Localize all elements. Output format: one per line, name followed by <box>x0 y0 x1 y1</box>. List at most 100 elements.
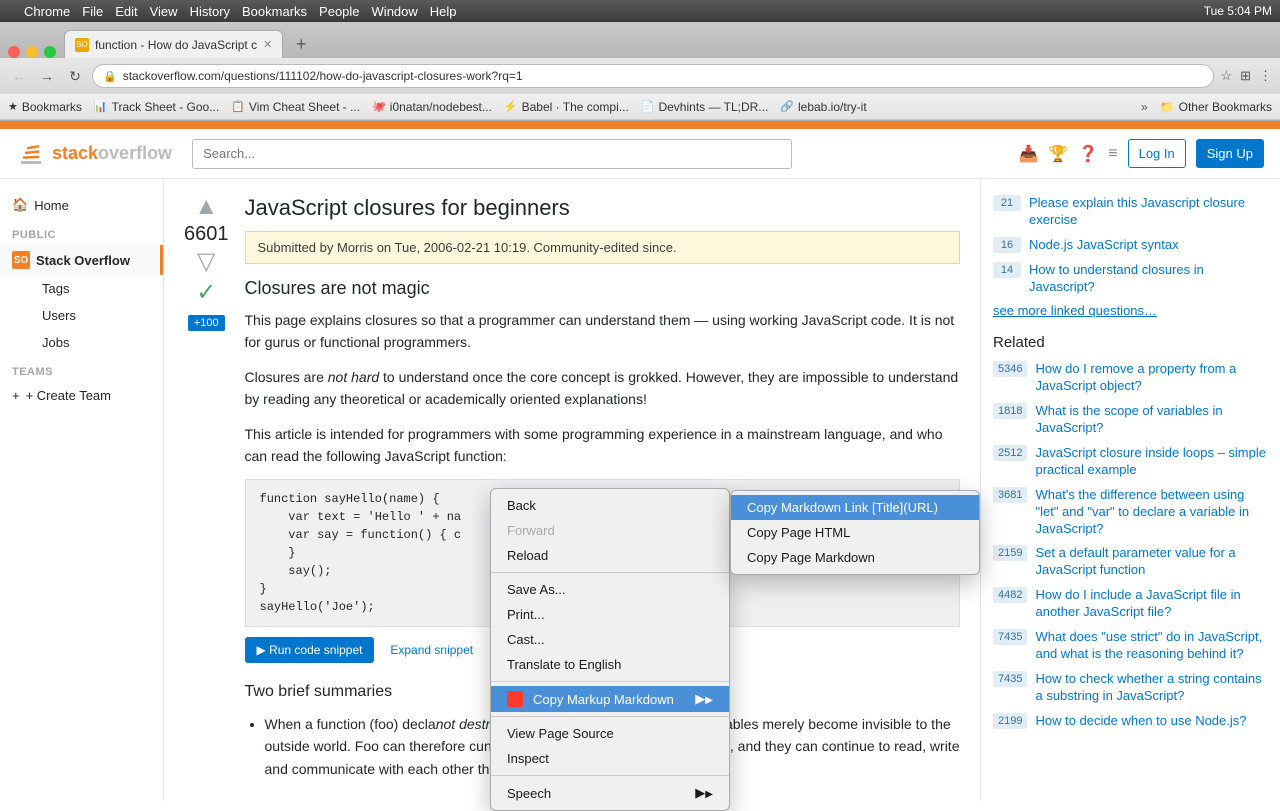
mod-icon[interactable]: ≡ <box>1108 145 1117 163</box>
ctx-speech[interactable]: Speech ▶ <box>491 780 729 806</box>
menu-window[interactable]: Window <box>372 4 418 19</box>
ctx-reload-label: Reload <box>507 548 548 563</box>
linked-link-1[interactable]: Node.js JavaScript syntax <box>1029 237 1179 254</box>
bookmark-lebab[interactable]: 🔗 lebab.io/try-it <box>780 100 866 114</box>
related-link-4[interactable]: Set a default parameter value for a Java… <box>1035 545 1268 579</box>
ctx-reload[interactable]: Reload <box>491 543 729 568</box>
sidebar-item-users[interactable]: Users <box>0 302 163 329</box>
see-more-link[interactable]: see more linked questions… <box>993 303 1268 318</box>
active-tab[interactable]: SO function - How do JavaScript c ✕ <box>64 30 283 58</box>
sidebar-item-home[interactable]: 🏠 Home <box>0 191 163 219</box>
sub-ctx-markdown[interactable]: Copy Page Markdown <box>731 545 979 570</box>
menu-people[interactable]: People <box>319 4 359 19</box>
so-logo[interactable]: stackoverflow <box>16 139 172 169</box>
bookmark-vim[interactable]: 📋 Vim Cheat Sheet - ... <box>231 100 360 114</box>
sub-ctx-markdown-link[interactable]: Copy Markdown Link [Title](URL) <box>731 495 979 520</box>
traffic-light-minimize[interactable] <box>26 46 38 58</box>
related-link-7[interactable]: How to check whether a string contains a… <box>1035 671 1268 705</box>
vote-down-button[interactable]: ▽ <box>197 250 215 274</box>
new-tab-button[interactable]: + <box>287 30 315 58</box>
ctx-forward: Forward <box>491 518 729 543</box>
linked-item-0: 21 Please explain this Javascript closur… <box>993 195 1268 229</box>
browser-menu-icon[interactable]: ⋮ <box>1259 68 1272 84</box>
related-link-0[interactable]: How do I remove a property from a JavaSc… <box>1035 361 1268 395</box>
ctx-back[interactable]: Back <box>491 493 729 518</box>
menu-view[interactable]: View <box>150 4 178 19</box>
menu-chrome[interactable]: Chrome <box>24 4 70 19</box>
achievements-icon[interactable]: 🏆 <box>1048 144 1068 164</box>
sidebar-section-teams: TEAMS <box>0 356 163 382</box>
related-link-2[interactable]: JavaScript closure inside loops – simple… <box>1035 445 1268 479</box>
vote-column: ▲ 6601 ▽ ✓ +100 <box>184 195 229 780</box>
bookmark-bookmarks[interactable]: ★ Bookmarks <box>8 100 82 114</box>
create-team-icon: + <box>12 388 20 403</box>
ctx-view-source-label: View Page Source <box>507 726 614 741</box>
sidebar-item-stackoverflow[interactable]: SO Stack Overflow <box>0 245 163 275</box>
bookmark-tracksheet[interactable]: 📊 Track Sheet - Goo... <box>94 100 219 114</box>
bookmark-babel-label: Babel · The compi... <box>522 100 629 114</box>
related-score-0: 5346 <box>993 361 1027 377</box>
sidebar-item-tags[interactable]: Tags <box>0 275 163 302</box>
menu-help[interactable]: Help <box>430 4 457 19</box>
expand-snippet-link[interactable]: Expand snippet <box>390 643 473 657</box>
sub-ctx-html[interactable]: Copy Page HTML <box>731 520 979 545</box>
inbox-icon[interactable]: 📥 <box>1018 144 1038 164</box>
accepted-icon: ✓ <box>196 278 216 307</box>
ctx-sep-3 <box>491 716 729 717</box>
related-score-6: 7435 <box>993 629 1027 645</box>
back-button[interactable]: ← <box>8 65 30 87</box>
reload-button[interactable]: ↻ <box>64 65 86 87</box>
title-bar: Chrome File Edit View History Bookmarks … <box>0 0 1280 22</box>
url-bar[interactable]: 🔒 stackoverflow.com/questions/111102/how… <box>92 64 1214 88</box>
run-code-button[interactable]: ▶ Run code snippet <box>245 637 375 663</box>
sidebar-item-create-team[interactable]: + + Create Team <box>0 382 163 409</box>
traffic-light-fullscreen[interactable] <box>44 46 56 58</box>
related-link-5[interactable]: How do I include a JavaScript file in an… <box>1035 587 1268 621</box>
menu-history[interactable]: History <box>190 4 230 19</box>
other-bookmarks[interactable]: 📁 Other Bookmarks <box>1160 100 1272 114</box>
signup-button[interactable]: Sign Up <box>1196 139 1264 168</box>
ctx-sep-4 <box>491 775 729 776</box>
bookmark-babel[interactable]: ⚡ Babel · The compi... <box>504 100 629 114</box>
bookmarks-more-button[interactable]: » <box>1141 100 1148 114</box>
related-link-1[interactable]: What is the scope of variables in JavaSc… <box>1035 403 1268 437</box>
tab-close-button[interactable]: ✕ <box>263 38 272 51</box>
help-icon[interactable]: ❓ <box>1078 144 1098 164</box>
bookmark-devhints[interactable]: 📄 Devhints — TL;DR... <box>641 100 769 114</box>
answer-p3: This article is intended for programmers… <box>245 423 961 468</box>
ctx-save-as-label: Save As... <box>507 582 566 597</box>
ctx-inspect[interactable]: Inspect <box>491 746 729 771</box>
sidebar-item-jobs[interactable]: Jobs <box>0 329 163 356</box>
login-button[interactable]: Log In <box>1128 139 1186 168</box>
related-item-1: 1818 What is the scope of variables in J… <box>993 403 1268 437</box>
so-logo-text: stackoverflow <box>52 143 172 164</box>
traffic-light-close[interactable] <box>8 46 20 58</box>
so-site-icon: SO <box>12 251 30 269</box>
ctx-copy-markup[interactable]: Copy Markup Markdown ▶ <box>491 686 729 712</box>
ctx-cast[interactable]: Cast... <box>491 627 729 652</box>
traffic-lights <box>8 46 56 58</box>
bookmark-star-icon[interactable]: ☆ <box>1220 68 1232 84</box>
ctx-view-source[interactable]: View Page Source <box>491 721 729 746</box>
related-link-3[interactable]: What's the difference between using "let… <box>1035 487 1268 538</box>
linked-link-2[interactable]: How to understand closures in Javascript… <box>1029 262 1268 296</box>
menu-bookmarks[interactable]: Bookmarks <box>242 4 307 19</box>
related-item-3: 3681 What's the difference between using… <box>993 487 1268 538</box>
linked-item-2: 14 How to understand closures in Javascr… <box>993 262 1268 296</box>
related-item-8: 2199 How to decide when to use Node.js? <box>993 713 1268 730</box>
menu-edit[interactable]: Edit <box>115 4 137 19</box>
ctx-print[interactable]: Print... <box>491 602 729 627</box>
linked-link-0[interactable]: Please explain this Javascript closure e… <box>1029 195 1268 229</box>
browser-extensions-icon[interactable]: ⊞ <box>1240 68 1251 84</box>
search-input[interactable] <box>192 139 792 169</box>
related-link-6[interactable]: What does "use strict" do in JavaScript,… <box>1035 629 1268 663</box>
related-link-8[interactable]: How to decide when to use Node.js? <box>1035 713 1246 730</box>
ctx-save-as[interactable]: Save As... <box>491 577 729 602</box>
ctx-translate[interactable]: Translate to English <box>491 652 729 677</box>
ctx-inspect-label: Inspect <box>507 751 549 766</box>
vote-up-button[interactable]: ▲ <box>194 195 218 219</box>
bookmark-ionatan[interactable]: 🐙 i0natan/nodebest... <box>372 100 492 114</box>
menu-file[interactable]: File <box>82 4 103 19</box>
linked-item-1: 16 Node.js JavaScript syntax <box>993 237 1268 254</box>
forward-button[interactable]: → <box>36 65 58 87</box>
